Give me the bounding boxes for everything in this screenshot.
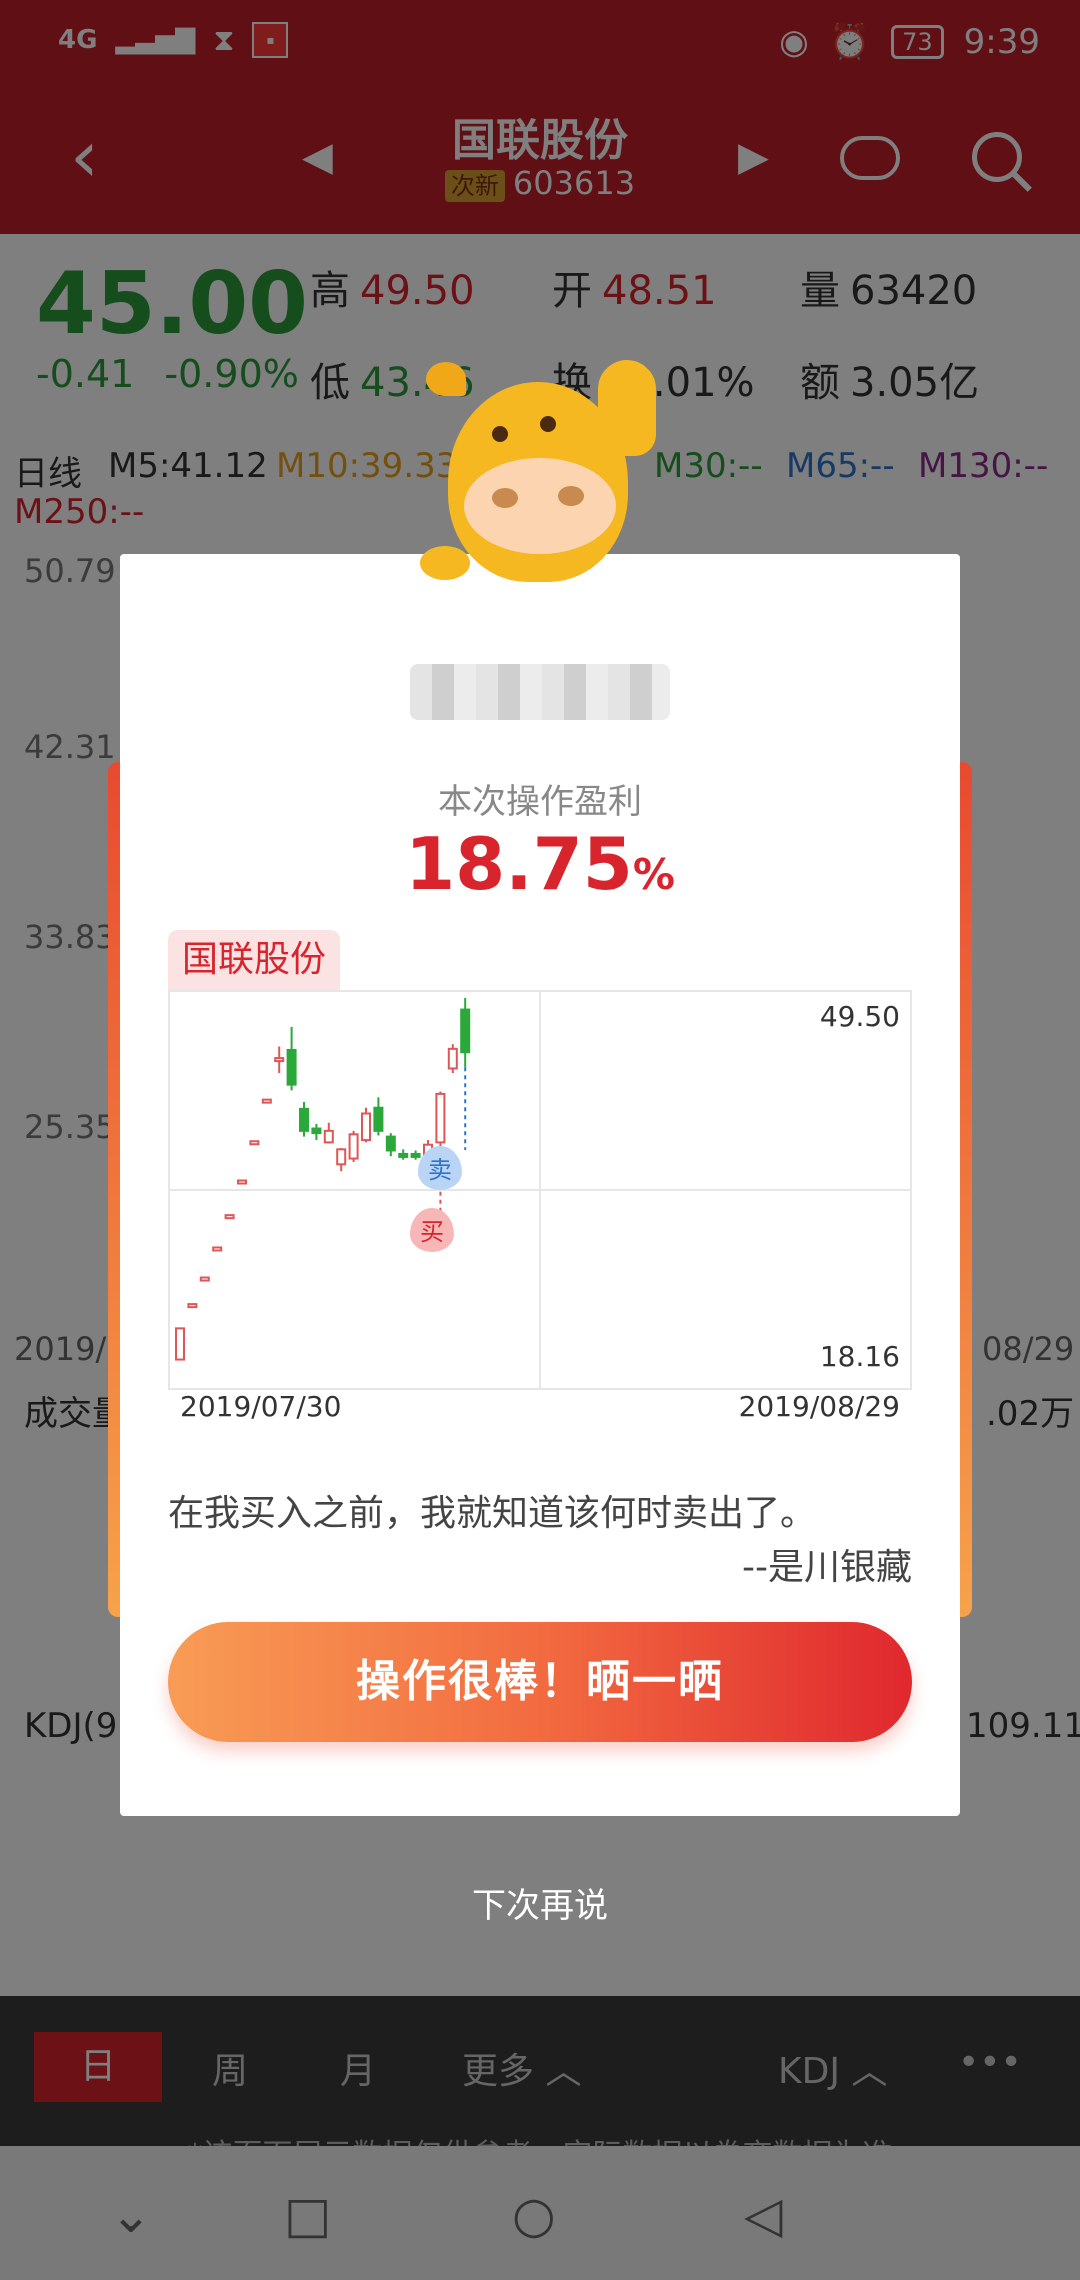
candle-body bbox=[199, 1276, 210, 1282]
candle-body bbox=[348, 1133, 359, 1160]
candle-body bbox=[299, 1107, 309, 1132]
cow-nostril bbox=[558, 486, 584, 506]
candlestick-plot bbox=[168, 990, 912, 1390]
chart-end-date: 2019/08/29 bbox=[738, 1390, 900, 1423]
candle-body bbox=[460, 1008, 471, 1054]
cow-paw bbox=[420, 546, 470, 580]
sell-marker: 卖 bbox=[418, 1146, 462, 1190]
quote-author: --是川银藏 bbox=[742, 1547, 912, 1588]
candle-body bbox=[187, 1303, 198, 1309]
candle-body bbox=[361, 1112, 371, 1142]
candle-body bbox=[398, 1152, 409, 1158]
trade-mini-chart: 49.50 18.16 2019/07/30 2019/08/29 卖 买 bbox=[168, 990, 912, 1423]
candle-body bbox=[311, 1127, 322, 1135]
chart-low-label: 18.16 bbox=[819, 1340, 900, 1373]
chart-high-label: 49.50 bbox=[819, 1000, 900, 1033]
dismiss-later-button[interactable]: 下次再说 bbox=[0, 1878, 1080, 1927]
cow-muzzle bbox=[464, 458, 616, 554]
candle-body bbox=[373, 1106, 384, 1132]
buy-marker: 买 bbox=[410, 1208, 454, 1252]
chart-start-date: 2019/07/30 bbox=[180, 1390, 342, 1423]
profit-number: 18.75 bbox=[405, 822, 633, 906]
stock-tag: 国联股份 bbox=[168, 930, 341, 990]
profit-label: 本次操作盈利 bbox=[438, 782, 642, 822]
candle-body bbox=[212, 1246, 223, 1252]
candle-body bbox=[286, 1048, 297, 1086]
candle-body bbox=[175, 1327, 185, 1361]
cow-mascot-image bbox=[420, 360, 680, 600]
investment-quote: 在我买入之前，我就知道该何时卖出了。 bbox=[168, 1493, 817, 1534]
profit-unit: % bbox=[632, 850, 675, 899]
share-button[interactable]: 操作很棒！晒一晒 bbox=[168, 1622, 912, 1742]
candle-body bbox=[323, 1129, 334, 1144]
candle-body bbox=[224, 1214, 235, 1220]
candle-body bbox=[435, 1092, 446, 1144]
cow-nostril bbox=[492, 488, 518, 508]
candle-body bbox=[336, 1148, 347, 1166]
candle-body bbox=[447, 1047, 458, 1070]
candle-body bbox=[274, 1057, 285, 1063]
candle-body bbox=[237, 1179, 247, 1185]
cow-eye bbox=[540, 416, 556, 432]
candle-body bbox=[410, 1152, 421, 1158]
candle-body bbox=[261, 1098, 272, 1104]
thumbs-up-icon bbox=[598, 360, 656, 456]
profit-share-dialog: 本次操作盈利 18.75% 国联股份 49.50 18.16 2019/07/3… bbox=[120, 554, 960, 1816]
candle-body bbox=[249, 1140, 260, 1146]
profit-value: 18.75% bbox=[120, 822, 960, 906]
blurred-username bbox=[410, 664, 670, 720]
cow-horn bbox=[426, 362, 466, 396]
candle-body bbox=[385, 1135, 396, 1152]
cow-eye bbox=[492, 426, 508, 442]
